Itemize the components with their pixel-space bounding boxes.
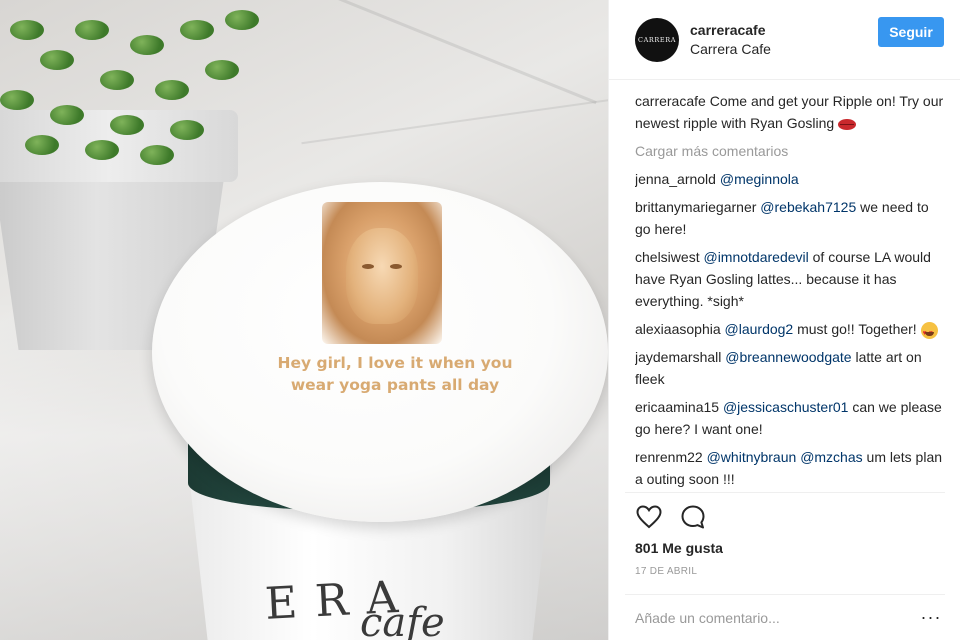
follow-button[interactable]: Seguir <box>878 16 944 47</box>
list-item: ericaamina15 @jessicaschuster01 can we p… <box>635 396 945 440</box>
comment-username[interactable]: ericaamina15 <box>635 399 719 415</box>
kiss-mark-icon <box>838 118 857 130</box>
comment-username[interactable]: renrenm22 <box>635 449 703 465</box>
list-item: jaydemarshall @breannewoodgate latte art… <box>635 346 945 390</box>
caption-username[interactable]: carreracafe <box>635 93 706 109</box>
account-names: carreracafe Carrera Cafe <box>690 21 878 59</box>
list-item: jenna_arnold @meginnola <box>635 168 945 190</box>
heart-outline-icon[interactable] <box>635 503 663 531</box>
likes-count[interactable]: 801 Me gusta <box>635 538 723 558</box>
avatar[interactable]: CARRERA <box>635 17 679 62</box>
speech-bubble-icon[interactable] <box>679 503 707 531</box>
comment-mention[interactable]: @jessicaschuster01 <box>723 399 849 415</box>
more-options-icon[interactable]: ··· <box>917 607 945 628</box>
comments-list[interactable]: carreracafe Come and get your Ripple on!… <box>635 90 945 490</box>
comment-username[interactable]: jenna_arnold <box>635 171 716 187</box>
comment-mention[interactable]: @imnotdaredevil <box>703 249 808 265</box>
marble-vein <box>243 0 597 105</box>
post-photo[interactable]: ERA cafe Hey girl, I love it when you we… <box>0 0 608 640</box>
comment-username[interactable]: brittanymariegarner <box>635 199 756 215</box>
comment-username[interactable]: chelsiwest <box>635 249 700 265</box>
post-side-panel: CARRERA carreracafe Carrera Cafe Seguir … <box>608 0 960 640</box>
instagram-post: ERA cafe Hey girl, I love it when you we… <box>0 0 960 640</box>
post-caption: carreracafe Come and get your Ripple on!… <box>635 90 945 134</box>
comment-input[interactable] <box>635 609 917 626</box>
account-full-name: Carrera Cafe <box>690 40 771 57</box>
portrait-face <box>346 228 418 324</box>
comment-mention[interactable]: @whitnybraun <box>707 449 797 465</box>
list-item: chelsiwest @imnotdaredevil of course LA … <box>635 246 945 312</box>
comment-mention[interactable]: @mzchas <box>800 449 862 465</box>
comment-mention[interactable]: @meginnola <box>720 171 799 187</box>
add-comment-section: ··· <box>625 594 945 640</box>
cup-print-script: cafe <box>360 600 445 640</box>
account-username[interactable]: carreracafe <box>690 21 878 39</box>
divider <box>625 492 945 493</box>
post-actions <box>635 502 707 532</box>
latte-art-text: Hey girl, I love it when you wear yoga p… <box>277 354 513 394</box>
load-more-comments-link[interactable]: Cargar más comentarios <box>635 140 945 162</box>
comment-mention[interactable]: @laurdog2 <box>725 321 794 337</box>
comment-mention[interactable]: @rebekah7125 <box>760 199 856 215</box>
comment-username[interactable]: alexiaasophia <box>635 321 721 337</box>
list-item: renrenm22 @whitnybraun @mzchas um lets p… <box>635 446 945 490</box>
marble-vein <box>301 97 608 145</box>
post-date[interactable]: 17 DE ABRIL <box>635 566 697 577</box>
comment-username[interactable]: jaydemarshall <box>635 349 721 365</box>
comment-text: must go!! Together! <box>797 321 917 337</box>
list-item: brittanymariegarner @rebekah7125 we need… <box>635 196 945 240</box>
post-header: CARRERA carreracafe Carrera Cafe Seguir <box>609 0 960 80</box>
heart-eyes-icon <box>920 321 938 345</box>
comment-mention[interactable]: @breannewoodgate <box>725 349 851 365</box>
avatar-logo-text: CARRERA <box>638 35 676 44</box>
list-item: alexiaasophia @laurdog2 must go!! Togeth… <box>635 318 945 345</box>
succulent-plant <box>0 0 280 165</box>
